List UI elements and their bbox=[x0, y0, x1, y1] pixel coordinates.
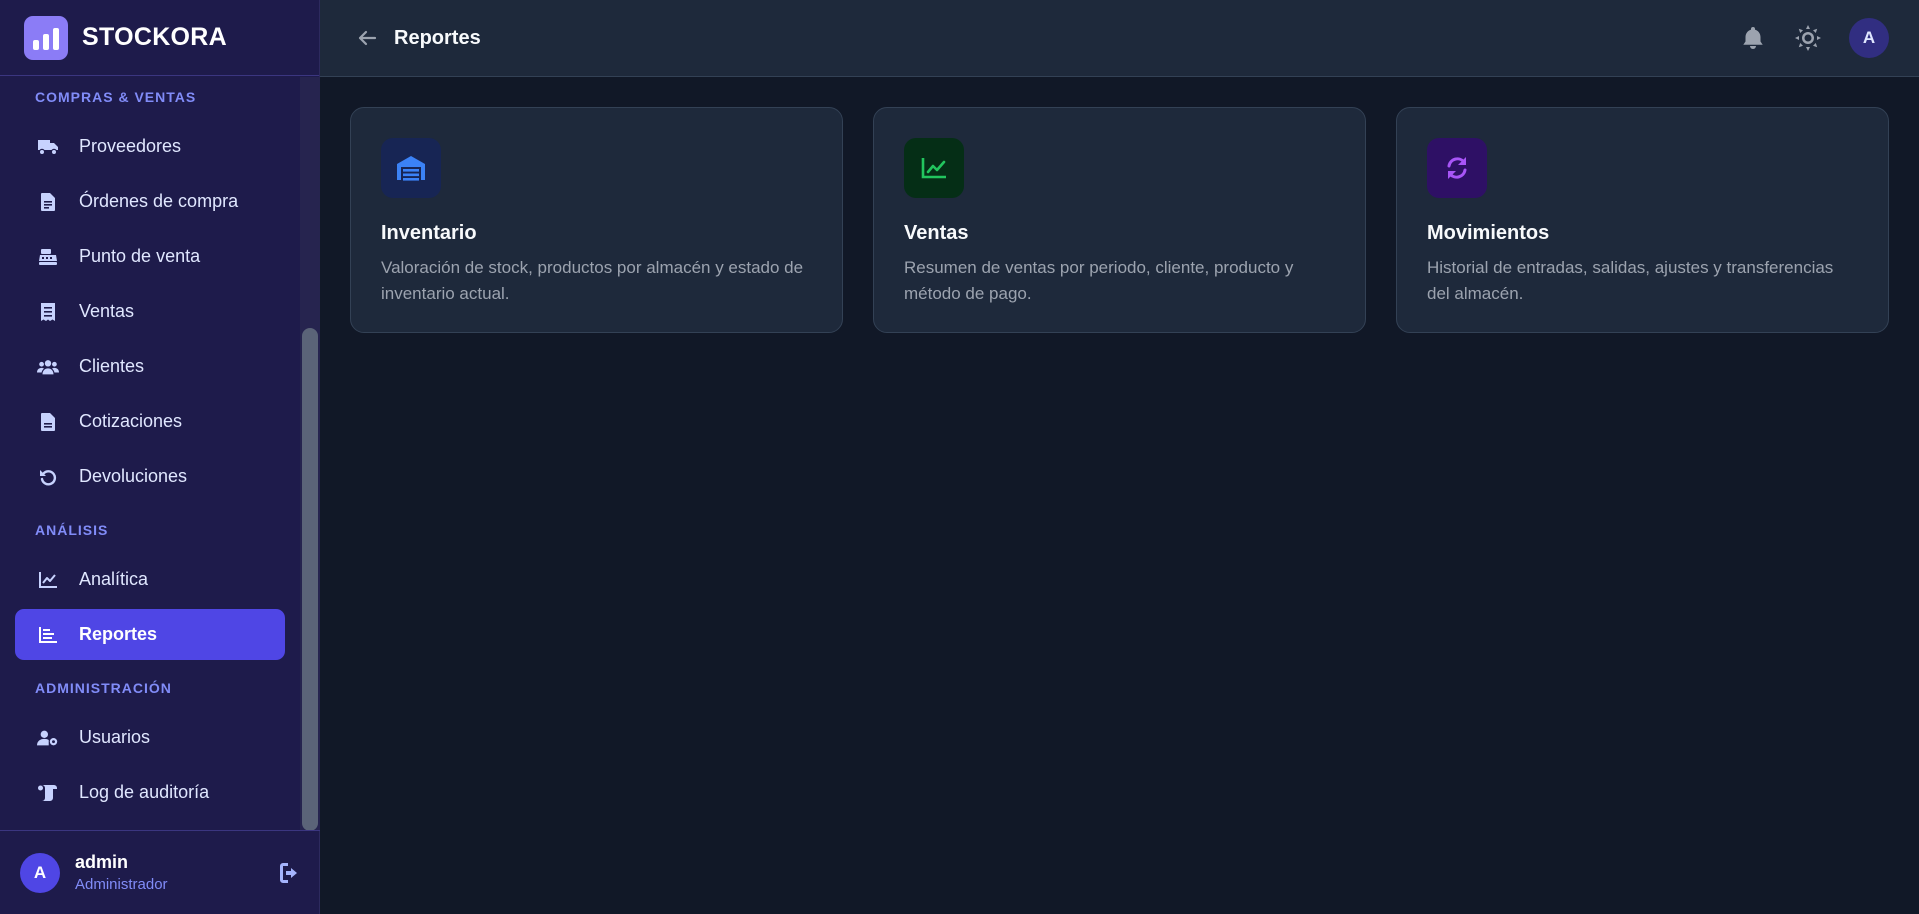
chart-line-icon bbox=[37, 569, 59, 591]
file-icon bbox=[37, 411, 59, 433]
sidebar-item-label: Órdenes de compra bbox=[79, 191, 239, 211]
sidebar-item-label: Usuarios bbox=[79, 727, 151, 747]
sidebar-item-usuarios[interactable]: Usuarios bbox=[15, 712, 285, 763]
avatar[interactable]: A bbox=[20, 852, 60, 893]
sidebar-item-label: Log de auditoría bbox=[79, 782, 210, 802]
undo-icon bbox=[37, 466, 59, 488]
file-invoice-icon bbox=[37, 191, 59, 213]
sidebar-item-label: Ventas bbox=[79, 301, 135, 321]
card-description: Historial de entradas, salidas, ajustes … bbox=[1427, 258, 1834, 303]
sidebar: STOCKORA COMPRAS & VENTAS Proveedores Ór… bbox=[0, 0, 320, 914]
report-cards: Inventario Valoración de stock, producto… bbox=[350, 107, 1889, 333]
section-title-administracion: ADMINISTRACIÓN bbox=[35, 680, 172, 696]
user-gear-icon bbox=[37, 727, 59, 749]
sun-icon[interactable] bbox=[1794, 24, 1822, 52]
sidebar-item-label: Cotizaciones bbox=[79, 411, 183, 431]
sidebar-nav: COMPRAS & VENTAS Proveedores Órdenes de … bbox=[0, 77, 300, 830]
cash-register-icon bbox=[37, 246, 59, 268]
user-role: Administrador bbox=[75, 876, 168, 893]
user-footer: A admin Administrador bbox=[0, 830, 320, 914]
header-actions: A bbox=[1739, 0, 1889, 76]
sidebar-item-devoluciones[interactable]: Devoluciones bbox=[15, 451, 285, 502]
sidebar-item-ventas[interactable]: Ventas bbox=[15, 286, 285, 337]
brand-name: STOCKORA bbox=[82, 23, 228, 51]
header-avatar[interactable]: A bbox=[1849, 18, 1889, 58]
user-info: admin Administrador bbox=[75, 852, 168, 893]
top-header: Reportes A bbox=[320, 0, 1919, 77]
back-arrow-icon[interactable] bbox=[355, 26, 379, 50]
scroll-icon bbox=[37, 782, 59, 804]
section-title-analisis: ANÁLISIS bbox=[35, 522, 109, 538]
users-icon bbox=[37, 356, 59, 378]
sidebar-item-label: Punto de venta bbox=[79, 246, 201, 266]
sidebar-item-label: Analítica bbox=[79, 569, 149, 589]
sidebar-item-clientes[interactable]: Clientes bbox=[15, 341, 285, 392]
user-name: admin bbox=[75, 852, 129, 872]
sidebar-item-label: Devoluciones bbox=[79, 466, 188, 486]
bell-icon[interactable] bbox=[1739, 24, 1767, 52]
sidebar-item-label: Clientes bbox=[79, 356, 145, 376]
sidebar-item-cotizaciones[interactable]: Cotizaciones bbox=[15, 396, 285, 447]
logout-icon[interactable] bbox=[278, 861, 302, 885]
card-description: Valoración de stock, productos por almac… bbox=[381, 258, 804, 303]
report-card-inventario[interactable]: Inventario Valoración de stock, producto… bbox=[350, 107, 843, 333]
card-title: Movimientos bbox=[1427, 222, 1550, 244]
sidebar-item-label: Reportes bbox=[79, 624, 158, 644]
sidebar-item-ordenes-compra[interactable]: Órdenes de compra bbox=[15, 176, 285, 227]
truck-icon bbox=[37, 136, 59, 158]
page-title: Reportes bbox=[394, 26, 481, 49]
sidebar-item-proveedores[interactable]: Proveedores bbox=[15, 121, 285, 172]
sidebar-item-label: Proveedores bbox=[79, 136, 182, 156]
sidebar-scrollbar-thumb[interactable] bbox=[302, 328, 318, 831]
report-card-ventas[interactable]: Ventas Resumen de ventas por periodo, cl… bbox=[873, 107, 1366, 333]
logo-icon bbox=[24, 15, 68, 60]
report-card-movimientos[interactable]: Movimientos Historial de entradas, salid… bbox=[1396, 107, 1889, 333]
chart-line-icon bbox=[904, 138, 964, 198]
sidebar-item-punto-venta[interactable]: Punto de venta bbox=[15, 231, 285, 282]
warehouse-icon bbox=[381, 138, 441, 198]
sync-icon bbox=[1427, 138, 1487, 198]
receipt-icon bbox=[37, 301, 59, 323]
sidebar-item-analitica[interactable]: Analítica bbox=[15, 554, 285, 605]
sidebar-item-reportes[interactable]: Reportes bbox=[15, 609, 285, 660]
sidebar-item-log-auditoria[interactable]: Log de auditoría bbox=[15, 767, 285, 818]
card-title: Ventas bbox=[904, 222, 969, 244]
card-title: Inventario bbox=[381, 222, 477, 244]
chart-bar-icon bbox=[37, 624, 59, 646]
brand[interactable]: STOCKORA bbox=[0, 0, 319, 76]
section-title-compras-ventas: COMPRAS & VENTAS bbox=[35, 89, 197, 105]
card-description: Resumen de ventas por periodo, cliente, … bbox=[904, 258, 1294, 303]
